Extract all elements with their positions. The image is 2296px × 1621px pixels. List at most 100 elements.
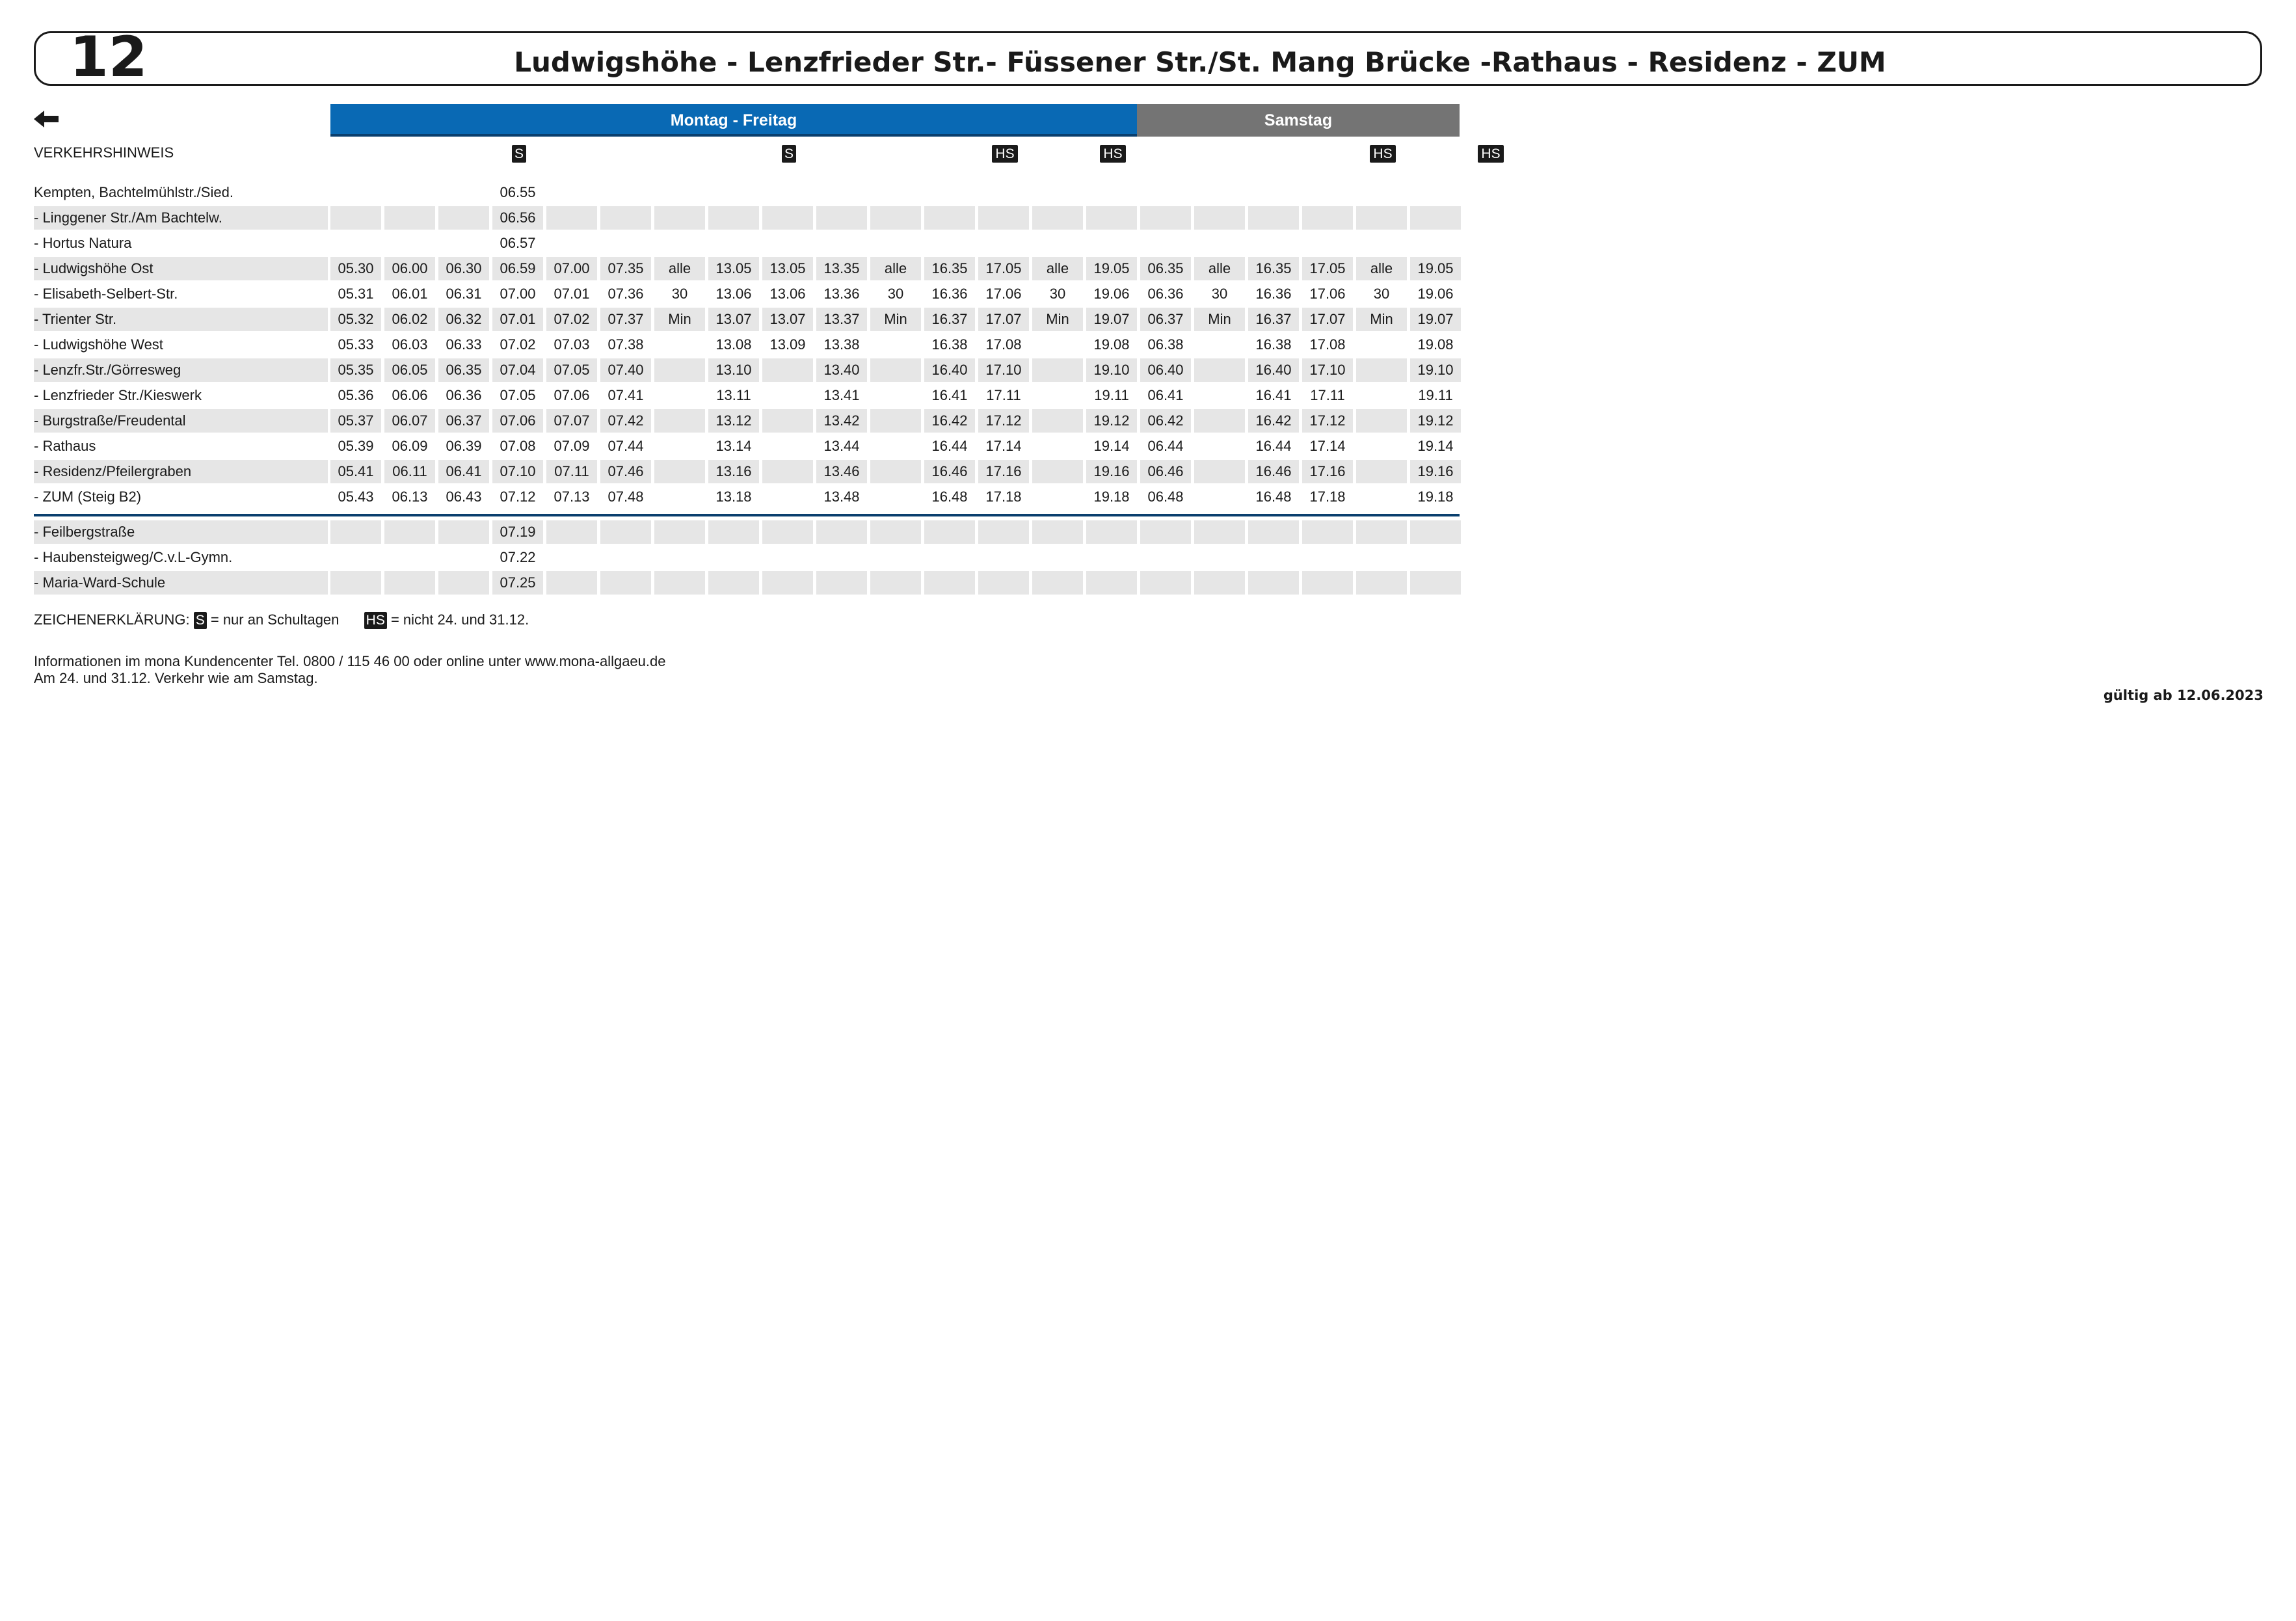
time-cell: 07.36 bbox=[607, 286, 644, 302]
time-cell: 13.42 bbox=[816, 409, 867, 433]
table-row: - Rathaus 05.39 06.09 06.39 07.08 07.09 07.44 1… bbox=[34, 435, 1460, 458]
time-cell: 13.05 bbox=[762, 257, 813, 280]
time-cell: 07.40 bbox=[600, 358, 651, 382]
time-cell: 07.13 bbox=[554, 489, 590, 505]
time-cell bbox=[816, 546, 867, 569]
time-cell: 06.39 bbox=[446, 438, 482, 454]
time-cell: 17.16 bbox=[978, 460, 1029, 483]
time-cell: 19.12 bbox=[1086, 409, 1137, 433]
time-cell bbox=[600, 520, 651, 544]
time-cell bbox=[1194, 435, 1245, 458]
time-cell: 16.44 bbox=[1255, 438, 1292, 454]
time-cell: Min bbox=[654, 308, 705, 331]
time-cell: 06.03 bbox=[392, 336, 428, 353]
time-cell: 16.41 bbox=[931, 387, 968, 403]
time-cell bbox=[1356, 206, 1407, 230]
time-cell bbox=[1248, 546, 1299, 569]
table-row: - Maria-Ward-Schule 07.25 bbox=[34, 571, 1461, 595]
table-row: - Feilbergstraße 07.19 bbox=[34, 520, 1461, 544]
time-cell: 07.01 bbox=[492, 308, 543, 331]
time-cell: 16.48 bbox=[1255, 489, 1292, 505]
time-cell: 13.40 bbox=[816, 358, 867, 382]
time-cell: 17.12 bbox=[1302, 409, 1353, 433]
time-cell: 17.18 bbox=[1309, 489, 1346, 505]
time-cell bbox=[1302, 520, 1353, 544]
time-cell bbox=[708, 520, 759, 544]
validity-date: gültig ab 12.06.2023 bbox=[2103, 688, 2263, 703]
time-cell bbox=[1356, 435, 1407, 458]
time-cell: 06.42 bbox=[1140, 409, 1191, 433]
time-cell bbox=[762, 460, 813, 483]
time-cell bbox=[870, 181, 921, 204]
time-cell bbox=[654, 333, 705, 356]
time-cell: 05.30 bbox=[330, 257, 381, 280]
stop-name: - Linggener Str./Am Bachtelw. bbox=[34, 206, 328, 230]
time-cell bbox=[1140, 546, 1191, 569]
time-cell bbox=[330, 181, 381, 204]
time-cell: 16.35 bbox=[1248, 257, 1299, 280]
stop-name: - Elisabeth-Selbert-Str. bbox=[34, 286, 178, 302]
time-cell bbox=[438, 571, 489, 595]
time-cell: 16.46 bbox=[924, 460, 975, 483]
time-cell: 06.31 bbox=[446, 286, 482, 302]
time-cell bbox=[1194, 358, 1245, 382]
time-cell bbox=[1140, 232, 1191, 255]
time-cell: 07.04 bbox=[492, 358, 543, 382]
stop-name: - Maria-Ward-Schule bbox=[34, 571, 328, 595]
time-cell bbox=[1410, 206, 1461, 230]
time-cell: 13.36 bbox=[823, 286, 860, 302]
stop-name: - Lenzfrieder Str./Kieswerk bbox=[34, 387, 202, 403]
time-cell: 19.10 bbox=[1410, 358, 1461, 382]
time-cell: 06.41 bbox=[438, 460, 489, 483]
time-cell: 17.08 bbox=[1309, 336, 1346, 353]
time-cell: 06.37 bbox=[1140, 308, 1191, 331]
time-cell bbox=[1194, 181, 1245, 204]
time-cell bbox=[600, 546, 651, 569]
time-cell: 05.35 bbox=[330, 358, 381, 382]
time-cell bbox=[708, 232, 759, 255]
time-cell: 07.38 bbox=[607, 336, 644, 353]
time-cell: 17.11 bbox=[1310, 387, 1345, 403]
time-cell bbox=[1410, 571, 1461, 595]
time-cell: 13.06 bbox=[715, 286, 752, 302]
time-cell: 19.07 bbox=[1086, 308, 1137, 331]
time-cell: 06.48 bbox=[1147, 489, 1184, 505]
time-cell: 19.16 bbox=[1086, 460, 1137, 483]
time-cell bbox=[1356, 520, 1407, 544]
route-title: Ludwigshöhe - Lenzfrieder Str.- Füssener… bbox=[514, 46, 1886, 78]
time-cell bbox=[1410, 546, 1461, 569]
time-cell bbox=[1032, 384, 1083, 407]
time-cell bbox=[870, 435, 921, 458]
legend: ZEICHENERKLÄRUNG: S = nur an Schultagen … bbox=[34, 611, 529, 629]
table-row: - Haubensteigweg/C.v.L-Gymn. 07.22 bbox=[34, 546, 1460, 569]
time-cell: 17.05 bbox=[978, 257, 1029, 280]
time-cell bbox=[816, 206, 867, 230]
time-cell: 07.09 bbox=[554, 438, 590, 454]
time-cell: 17.07 bbox=[1302, 308, 1353, 331]
time-cell: 06.00 bbox=[384, 257, 435, 280]
time-cell: 13.11 bbox=[716, 387, 751, 403]
time-cell bbox=[438, 206, 489, 230]
time-cell: 06.46 bbox=[1140, 460, 1191, 483]
time-cell: 13.16 bbox=[708, 460, 759, 483]
time-cell: 13.38 bbox=[823, 336, 860, 353]
time-cell bbox=[978, 232, 1029, 255]
time-cell: 06.38 bbox=[1147, 336, 1184, 353]
time-cell bbox=[1356, 485, 1407, 509]
time-cell bbox=[1194, 206, 1245, 230]
time-cell bbox=[762, 384, 813, 407]
time-cell: alle bbox=[1356, 257, 1407, 280]
time-cell bbox=[762, 206, 813, 230]
time-cell bbox=[330, 571, 381, 595]
time-cell: 13.12 bbox=[708, 409, 759, 433]
time-cell bbox=[654, 358, 705, 382]
time-cell bbox=[384, 571, 435, 595]
time-cell bbox=[870, 358, 921, 382]
time-cell: 07.03 bbox=[554, 336, 590, 353]
time-cell bbox=[870, 206, 921, 230]
time-cell bbox=[1086, 520, 1137, 544]
time-cell bbox=[1248, 232, 1299, 255]
time-cell bbox=[384, 232, 435, 255]
time-cell: 19.06 bbox=[1093, 286, 1130, 302]
time-cell bbox=[600, 232, 651, 255]
